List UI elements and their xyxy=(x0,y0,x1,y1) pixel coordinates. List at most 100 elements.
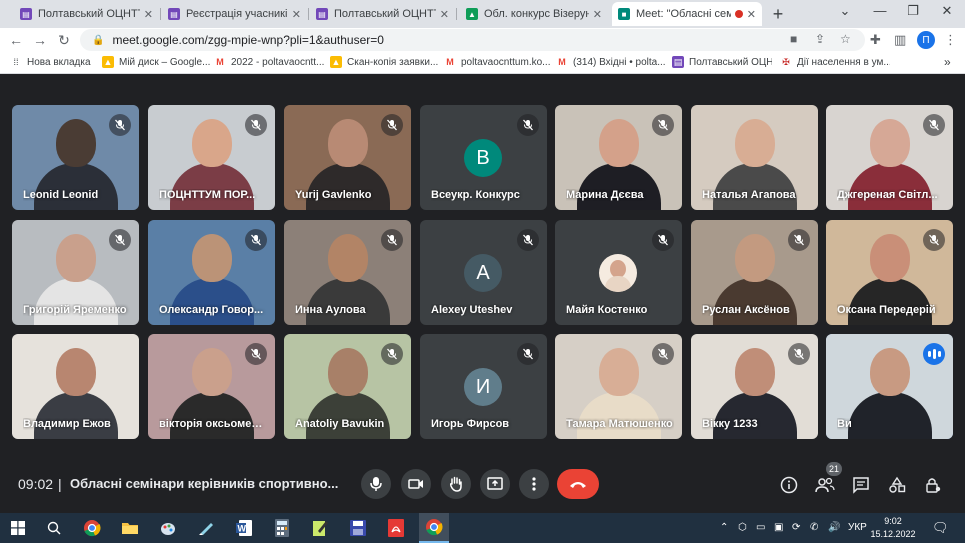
save-disk-icon[interactable] xyxy=(348,518,368,538)
participant-tile[interactable]: Leonid Leonid xyxy=(12,105,139,210)
system-clock[interactable]: 9:02 15.12.2022 xyxy=(868,515,918,541)
participant-tile[interactable]: И Игорь Фирсов xyxy=(420,334,547,439)
mic-button[interactable] xyxy=(361,469,391,499)
close-icon[interactable]: ✕ xyxy=(593,8,602,21)
bookmark-star-icon[interactable]: ☆ xyxy=(840,32,851,46)
chrome-icon[interactable] xyxy=(82,518,102,538)
participant-tile[interactable]: Олександр Говор... xyxy=(148,220,275,325)
extensions-icon[interactable]: ✚ xyxy=(870,32,881,48)
minimize-icon[interactable]: — xyxy=(865,3,895,18)
close-icon[interactable]: ✕ xyxy=(292,8,301,21)
bookmark-item[interactable]: ▲ Мій диск – Google... xyxy=(102,56,210,68)
clock-date: 15.12.2022 xyxy=(870,529,916,539)
new-tab-button[interactable]: + xyxy=(768,4,788,25)
bookmark-item[interactable]: ▤ Полтавський ОЦН... xyxy=(672,56,772,68)
end-call-button[interactable] xyxy=(557,469,599,499)
participant-tile[interactable]: Владимир Ежов xyxy=(12,334,139,439)
tray-app-icon[interactable]: ⬡ xyxy=(738,522,747,533)
more-options-button[interactable] xyxy=(519,469,549,499)
editor-icon[interactable] xyxy=(310,518,330,538)
pdf-icon[interactable] xyxy=(386,518,406,538)
url-text: meet.google.com/zgg-mpie-wnp?pli=1&authu… xyxy=(112,33,384,47)
forward-icon[interactable]: → xyxy=(30,30,50,50)
camera-button[interactable] xyxy=(401,469,431,499)
chat-button[interactable] xyxy=(850,474,872,496)
share-icon[interactable]: ⇪ xyxy=(815,32,825,46)
back-icon[interactable]: ← xyxy=(6,30,26,50)
bookmark-item[interactable]: M (314) Вхідні • polta... xyxy=(556,56,668,68)
participant-tile[interactable]: Руслан Аксёнов xyxy=(691,220,818,325)
participant-tile[interactable]: Наталья Агапова xyxy=(691,105,818,210)
browser-tab[interactable]: ▤ Полтавський ОЦНТТУМ ✕ xyxy=(310,2,455,26)
activities-icon xyxy=(889,476,906,493)
participant-tile[interactable]: Майя Костенко xyxy=(555,220,682,325)
browser-tab-active[interactable]: ■ Meet: "Обласні семі ✕ xyxy=(612,2,762,26)
participant-tile[interactable]: Инна Аулова xyxy=(284,220,411,325)
menu-icon[interactable]: ⋮ xyxy=(944,32,957,48)
participant-tile[interactable]: Ви xyxy=(826,334,953,439)
volume-icon[interactable]: 🔊 xyxy=(828,522,840,533)
meeting-title[interactable]: Обласні семінари керівників спортивно... xyxy=(70,476,338,491)
bookmarks-more-button[interactable]: » xyxy=(944,55,951,69)
participant-name: Майя Костенко xyxy=(566,304,648,316)
participant-tile[interactable]: Вікку 1233 xyxy=(691,334,818,439)
tray-network-icon[interactable]: ▣ xyxy=(774,522,783,533)
participant-tile[interactable]: Марина Дєєва xyxy=(555,105,682,210)
bookmark-item[interactable]: ✠ Дії населення в ум... xyxy=(780,56,890,68)
participant-tile[interactable]: Yurij Gavlenko xyxy=(284,105,411,210)
browser-tab[interactable]: ▤ Полтавський ОЦНТТУМ ✕ xyxy=(14,2,159,26)
present-button[interactable] xyxy=(480,469,510,499)
word-icon[interactable]: W xyxy=(234,518,254,538)
host-controls-button[interactable] xyxy=(922,474,944,496)
search-icon[interactable] xyxy=(44,518,64,538)
raise-hand-button[interactable] xyxy=(441,469,471,499)
bookmark-item[interactable]: ▲ Скан-копія заявки... xyxy=(330,56,440,68)
participant-tile[interactable]: вікторія оксьомен... xyxy=(148,334,275,439)
hand-icon xyxy=(449,476,462,492)
tray-display-icon[interactable]: ▭ xyxy=(756,522,765,533)
start-icon[interactable] xyxy=(8,518,28,538)
participant-tile[interactable]: Тамара Матюшенко xyxy=(555,334,682,439)
file-explorer-icon[interactable] xyxy=(120,518,140,538)
profile-avatar[interactable]: П xyxy=(917,31,935,49)
lock-icon[interactable]: 🔒 xyxy=(92,35,104,46)
meeting-details-button[interactable] xyxy=(778,474,800,496)
participant-tile[interactable]: A Alexey Uteshev xyxy=(420,220,547,325)
tab-search-icon[interactable]: ⌄ xyxy=(830,3,860,19)
participant-tile[interactable]: Оксана Передерій xyxy=(826,220,953,325)
bookmark-item[interactable]: ⁞⁞ Нова вкладка xyxy=(10,56,98,68)
paint-icon[interactable] xyxy=(158,518,178,538)
bookmark-item[interactable]: M 2022 - poltavaocntt... xyxy=(214,56,326,68)
participant-tile[interactable]: Джгереная Світл... xyxy=(826,105,953,210)
bookmark-item[interactable]: M poltavaocnttum.ko... xyxy=(444,56,552,68)
participant-tile[interactable]: Anatoliy Bavukin xyxy=(284,334,411,439)
notes-icon[interactable] xyxy=(196,518,216,538)
participant-tile[interactable]: В Всеукр. Конкурс xyxy=(420,105,547,210)
participant-tile[interactable]: Григорій Яременко xyxy=(12,220,139,325)
browser-tab[interactable]: ▲ Обл. конкурс Візерунки ✕ xyxy=(460,2,608,26)
reload-icon[interactable]: ↻ xyxy=(54,30,74,50)
tray-sync-icon[interactable]: ⟳ xyxy=(792,522,800,533)
address-bar[interactable]: 🔒 meet.google.com/zgg-mpie-wnp?pli=1&aut… xyxy=(80,29,865,51)
calculator-icon[interactable] xyxy=(272,518,292,538)
tray-viber-icon[interactable]: ✆ xyxy=(810,522,818,533)
side-panel-icon[interactable]: ▥ xyxy=(894,32,906,48)
chrome-active-icon[interactable] xyxy=(419,513,449,543)
tab-label: Meet: "Обласні семі xyxy=(636,8,731,20)
activities-button[interactable] xyxy=(886,474,908,496)
mic-off-icon xyxy=(245,229,267,251)
browser-tab[interactable]: ▤ Реєстрація учасників об ✕ xyxy=(162,2,307,26)
close-icon[interactable]: ✕ xyxy=(440,8,449,21)
notifications-icon[interactable]: 🗨 xyxy=(932,520,949,536)
close-window-icon[interactable]: ✕ xyxy=(932,3,962,19)
close-icon[interactable]: ✕ xyxy=(144,8,153,21)
bookmarks-bar: ⁞⁞ Нова вкладка ▲ Мій диск – Google... M… xyxy=(0,52,965,74)
people-button[interactable] xyxy=(814,474,836,496)
participant-tile[interactable]: ПОЦНТТУМ ПОР... xyxy=(148,105,275,210)
tray-chevron-icon[interactable]: ⌃ xyxy=(720,522,728,533)
close-icon[interactable]: ✕ xyxy=(747,8,756,21)
keyboard-language[interactable]: УКР xyxy=(848,522,867,533)
restore-icon[interactable]: ❐ xyxy=(898,3,928,19)
camera-indicator-icon[interactable]: ■ xyxy=(790,32,797,46)
mic-off-icon xyxy=(245,114,267,136)
